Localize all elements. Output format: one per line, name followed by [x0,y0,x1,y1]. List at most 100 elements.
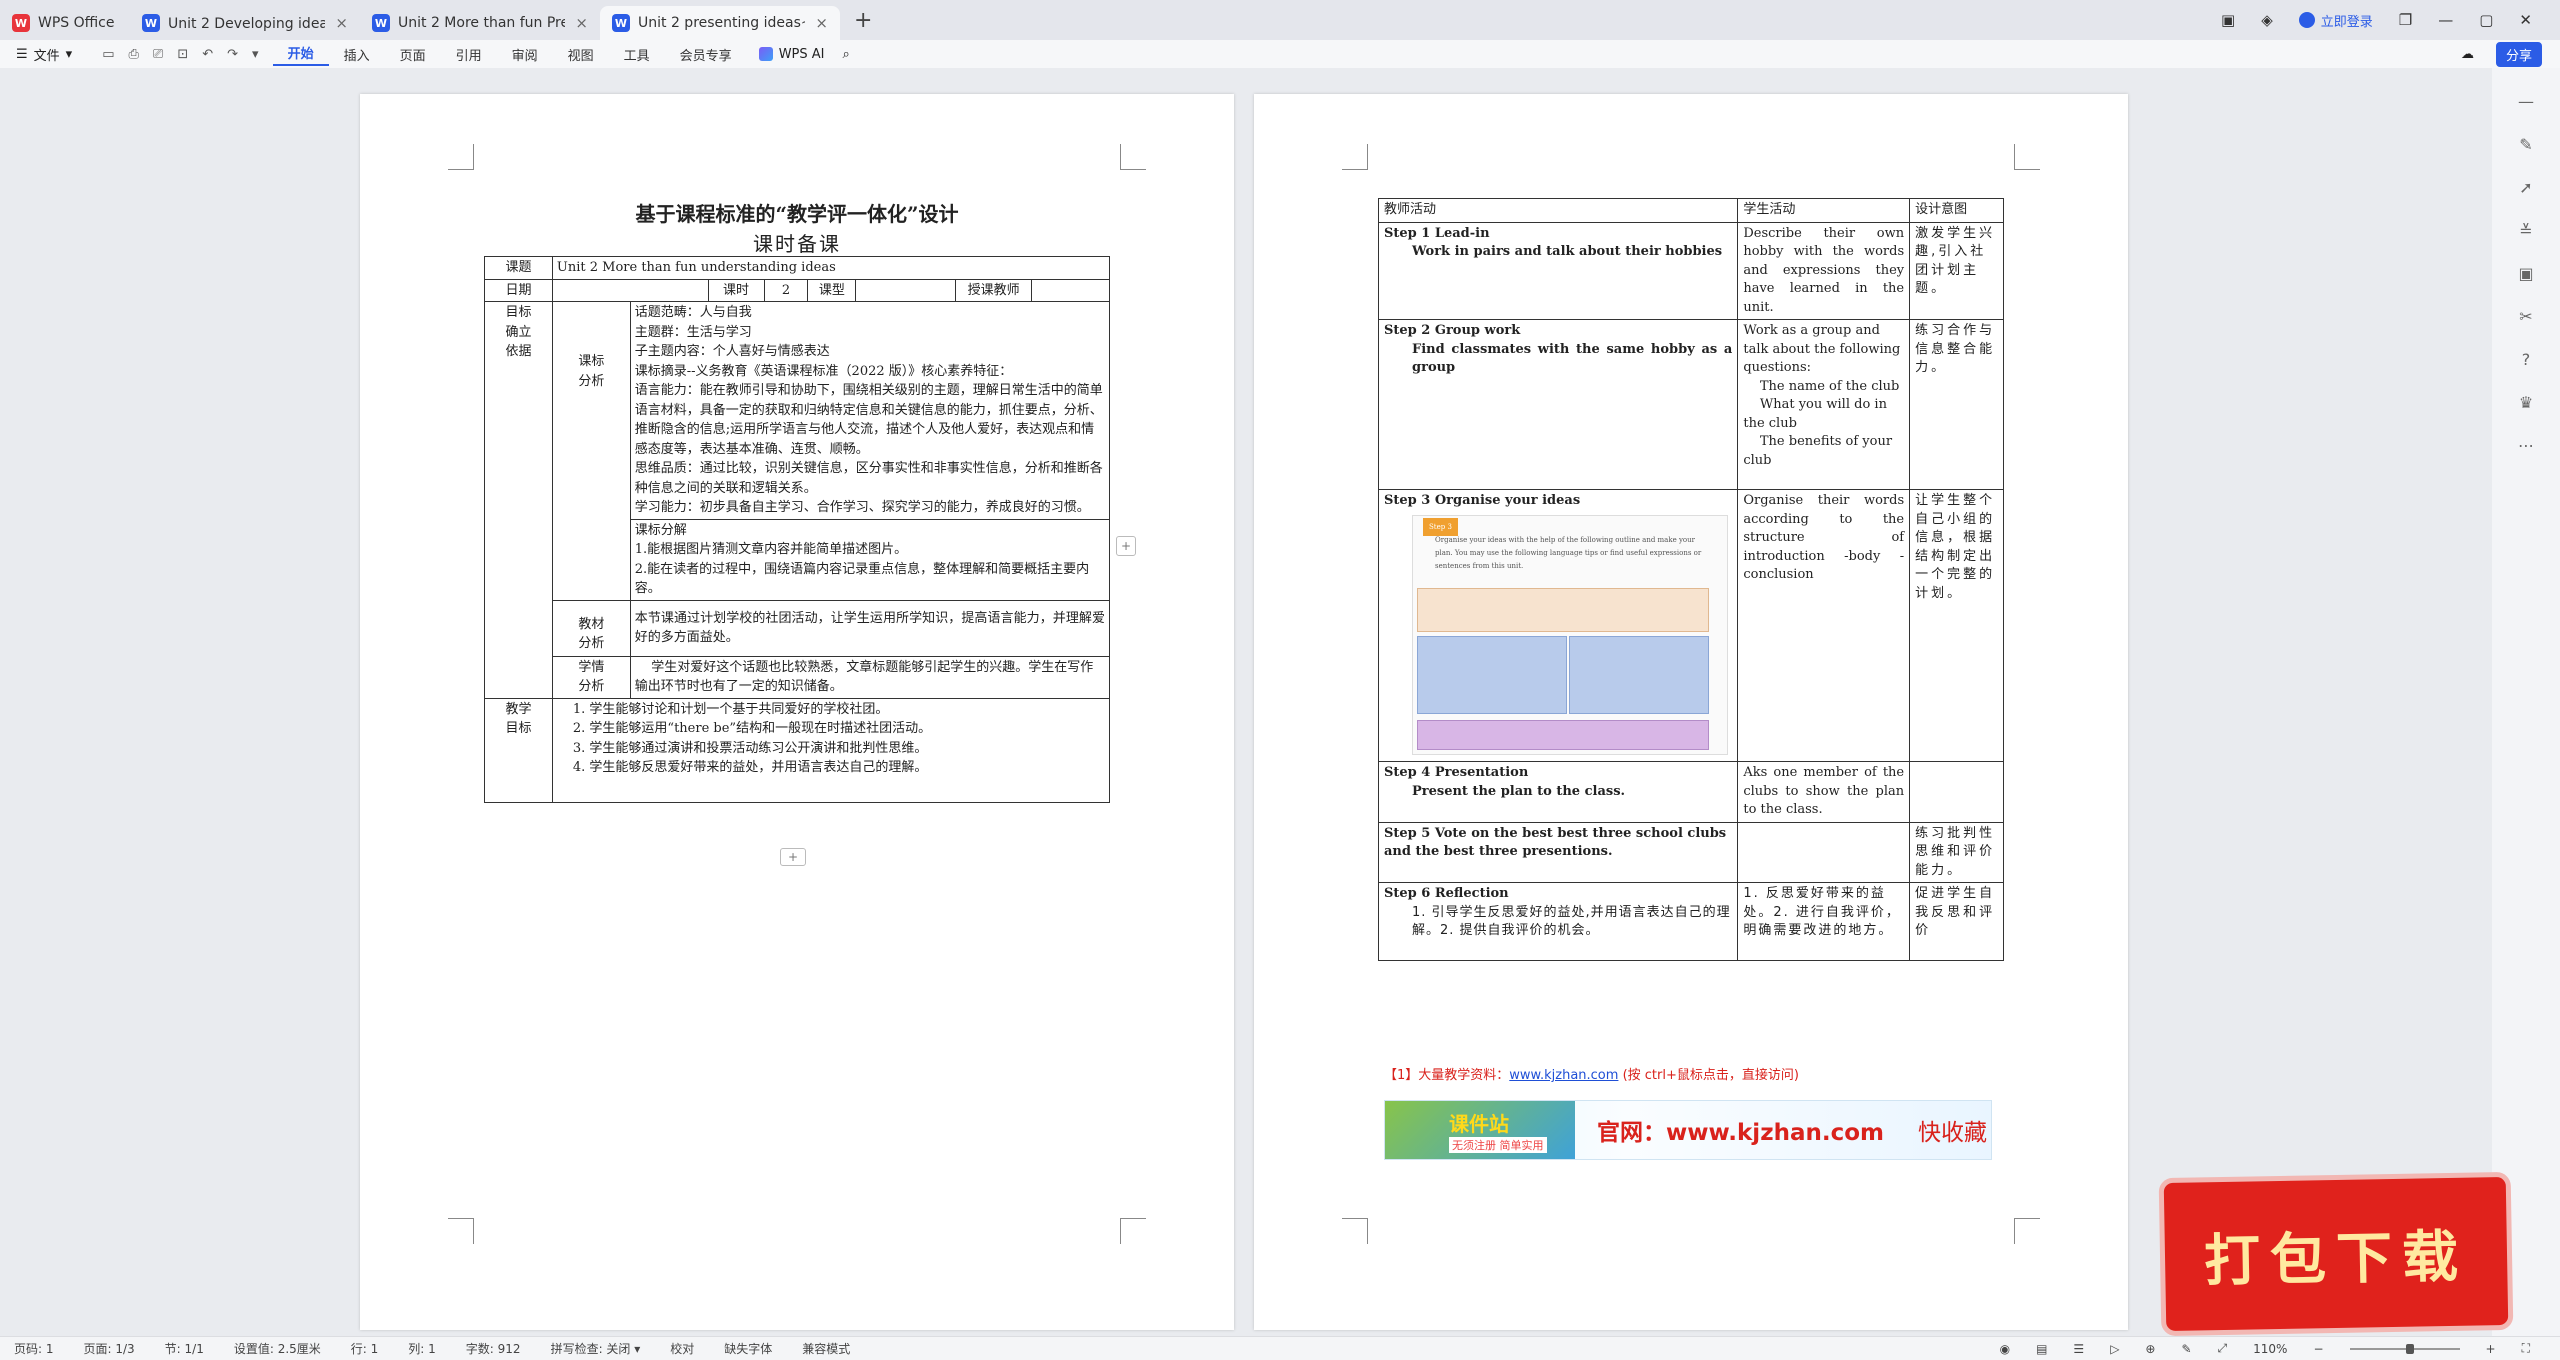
close-icon[interactable]: × [815,14,828,32]
eye-icon[interactable]: ◉ [2000,1342,2010,1356]
promo-line: 【1】大量教学资料：www.kjzhan.com (按 ctrl+鼠标点击，直接… [1384,1064,1799,1083]
play-icon[interactable]: ▷ [2110,1342,2119,1356]
zoom-out-icon[interactable]: − [2313,1342,2323,1356]
worksheet-box-conclusion [1417,719,1709,750]
help-icon[interactable]: ? [2522,350,2531,369]
table-cell: Step 2 Group work Find classmates with t… [1377,319,1739,490]
wps-ai-button[interactable]: WPS AI [747,47,837,62]
crop-mark [2014,144,2040,170]
undo-icon[interactable]: ↶ [202,47,213,62]
document-workspace[interactable]: 基于课程标准的“教学评一体化”设计 课时备课 课题 Unit 2 More th… [0,68,2492,1336]
print-icon[interactable]: ⎚ [153,47,163,62]
menu-tab-8[interactable]: 会员专享 [665,45,747,64]
minus-icon[interactable]: — [2518,92,2534,111]
search-icon[interactable]: ⌕ [837,47,856,62]
tab-3[interactable]: W Unit 2 More than fun Presenting i... × [360,6,600,40]
quick-toolbar: ▭ ⎙ ⎚ ⊡ ↶ ↷ ▾ [88,47,272,62]
cube-icon[interactable]: ◈ [2261,11,2273,29]
zoom-slider-knob[interactable] [2405,1343,2414,1354]
status-item[interactable]: 缺失字体 [724,1340,772,1357]
promo-prefix: 【1】大量教学资料： [1384,1068,1510,1083]
step-title: Step 6 Reflection [1384,886,1509,901]
tools-icon[interactable]: ✂ [2519,307,2532,326]
menu-tab-5[interactable]: 审阅 [497,45,553,64]
fullscreen-icon[interactable]: ⛶ [2522,1341,2530,1356]
close-icon[interactable]: × [335,14,348,32]
menu-tab-7[interactable]: 工具 [609,45,665,64]
restore-window-icon[interactable]: ❐ [2399,11,2412,29]
table-cell: 课标分解 1.能根据图片猜测文章内容并能简单描述图片。 2.能在读者的过程中，围… [629,518,1111,601]
menu-tab-2[interactable]: 插入 [329,45,385,64]
settings-icon[interactable]: ≚ [2519,221,2532,240]
goal-item: 2. 学生能够运用“there be”结构和一般现在时描述社团活动。 [572,721,932,736]
window-controls: ▣ ◈ 立即登录 ❐ — ▢ ✕ [2221,0,2560,40]
redo-icon[interactable]: ↷ [227,47,238,62]
outline-icon[interactable]: ☰ [2073,1342,2084,1356]
close-window-icon[interactable]: ✕ [2519,11,2532,29]
web-icon[interactable]: ⊕ [2145,1342,2155,1356]
menu-tab-1[interactable]: 开始 [272,43,329,66]
edit-icon[interactable]: ✎ [2181,1342,2191,1356]
add-column-button[interactable]: + [1116,536,1136,556]
table-cell: 促进学生自我反思和评价 [1909,882,2004,961]
login-button[interactable]: 立即登录 [2298,11,2373,30]
status-item: 行: 1 [350,1342,379,1356]
step-detail: Find classmates with the same hobby as a… [1412,341,1733,376]
table-cell [855,278,957,302]
bookmark-icon[interactable]: ♛ [2519,393,2533,412]
promo-link[interactable]: www.kjzhan.com [1509,1068,1618,1083]
status-item[interactable]: 兼容模式 [802,1340,850,1357]
layout-icon[interactable]: ▣ [2518,264,2533,283]
banner-logo: 课件站 无须注册 简单实用 [1385,1101,1575,1159]
tab-bar: W WPS Office W Unit 2 Developing ideas 教学设计… [0,0,2560,40]
export-icon[interactable]: ⎙ [129,47,139,62]
goal-item: 3. 学生能够通过演讲和投票活动练习公开演讲和批判性思维。 [572,740,928,756]
page-view-icon[interactable]: ▤ [2036,1342,2047,1356]
minimize-icon[interactable]: — [2438,11,2453,29]
table-cell: 日期 [484,278,553,302]
menu-tab-4[interactable]: 引用 [441,45,497,64]
status-item[interactable]: 拼写检查: 关闭 ▾ [551,1340,641,1357]
table-cell: 目标 确立 依据 [484,301,553,699]
add-row-button[interactable]: + [780,848,806,866]
save-icon[interactable]: ▭ [102,47,114,62]
worksheet-box-body-right [1569,635,1709,714]
maximize-icon[interactable]: ▢ [2479,11,2493,29]
document-page-2[interactable]: 教师活动 学生活动 设计意图 Step 1 Lead-in Work in pa… [1254,94,2128,1330]
new-tab-icon[interactable]: + [854,8,872,33]
download-badge[interactable]: 打包下载 [2158,1171,2514,1337]
more-chevron-icon[interactable]: ▾ [252,47,259,62]
step-detail: Work in pairs and talk about their hobbi… [1412,244,1723,259]
fit-icon[interactable]: ⤢ [2218,1341,2228,1356]
status-bar: 页码: 1 页面: 1/3 节: 1/1 设置值: 2.5厘米 行: 1 列: 1 字数: … [0,1336,2560,1360]
preview-icon[interactable]: ⊡ [177,47,188,62]
status-item[interactable]: 校对 [670,1340,694,1357]
promo-banner[interactable]: 课件站 无须注册 简单实用 官网：www.kjzhan.com 快收藏 [1384,1100,1992,1160]
wps-ai-label: WPS AI [778,46,825,62]
zoom-slider[interactable] [2349,1343,2460,1354]
layout-switch-icon[interactable]: ▣ [2221,11,2235,29]
more-icon[interactable]: ⋯ [2518,436,2534,455]
zoom-level[interactable]: 110% [2253,1342,2287,1356]
table-cell [1031,278,1110,302]
tab-4[interactable]: W Unit 2 presenting ideas~ re × [600,6,840,40]
tab-label: Unit 2 Developing ideas 教学设计 [168,16,326,32]
cloud-sync-icon[interactable]: ☁ [2461,47,2474,62]
menu-tab-6[interactable]: 视图 [553,45,609,64]
table-cell: 本节课通过计划学校的社团活动，让学生运用所学知识，提高语言能力，并理解爱好的多方… [629,599,1111,657]
tab-2[interactable]: W Unit 2 Developing ideas 教学设计 × [130,6,360,40]
menu-tabs: 开始 插入 页面 引用 审阅 视图 工具 会员专享 [272,43,747,66]
crop-mark [2014,1218,2040,1244]
menu-tab-3[interactable]: 页面 [385,45,441,64]
promo-suffix: (按 ctrl+鼠标点击，直接访问) [1618,1068,1799,1083]
zoom-in-icon[interactable]: + [2486,1342,2496,1356]
close-icon[interactable]: × [575,14,588,32]
document-page-1[interactable]: 基于课程标准的“教学评一体化”设计 课时备课 课题 Unit 2 More th… [360,94,1234,1330]
cursor-icon[interactable]: ➚ [2519,178,2532,197]
writer-doc-icon: W [142,14,160,32]
right-tool-rail: — ✎ ➚ ≚ ▣ ✂ ? ♛ ⋯ [2492,68,2560,1336]
pen-icon[interactable]: ✎ [2519,135,2532,154]
share-button[interactable]: 分享 [2495,41,2542,67]
tab-1[interactable]: W WPS Office [0,6,130,40]
file-menu[interactable]: ☰ 文件 ▾ [0,45,88,64]
